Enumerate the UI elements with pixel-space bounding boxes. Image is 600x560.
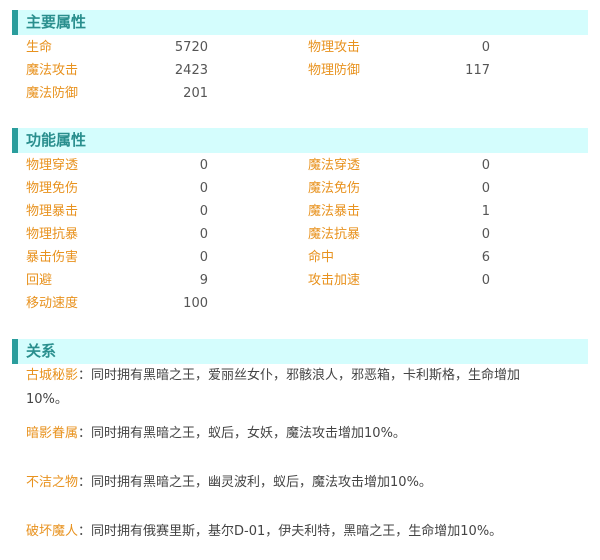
attr-row: 物理穿透 0 魔法穿透 0 [0, 154, 600, 177]
attr-value: 9 [199, 273, 208, 288]
attr-row: 魔法攻击 2423 物理防御 117 [0, 59, 600, 82]
function-attributes-title: 功能属性 [26, 131, 87, 149]
relation-name: 古城秘影 [26, 368, 79, 383]
main-attributes-header: 主要属性 [12, 10, 588, 35]
attr-label: 魔法攻击 [26, 63, 79, 78]
relation-separator: ： [78, 475, 92, 490]
relation-separator: ： [78, 426, 92, 441]
attr-label: 魔法穿透 [308, 158, 361, 173]
relation-separator: ： [78, 368, 92, 383]
attr-label: 魔法防御 [26, 86, 79, 101]
attr-value: 1 [481, 204, 490, 219]
attr-label: 魔法暴击 [308, 204, 361, 219]
function-attributes-header: 功能属性 [12, 128, 588, 153]
attr-label: 移动速度 [26, 296, 79, 311]
attr-row: 魔法防御 201 [0, 82, 600, 105]
relation-text: 同时拥有黑暗之王，爱丽丝女仆，邪骸浪人，邪恶箱，卡利斯格，生命增加 [91, 368, 521, 383]
relation-text: 同时拥有黑暗之王，蚁后，女妖，魔法攻击增加10%。 [91, 426, 406, 441]
attr-label: 攻击加速 [308, 273, 361, 288]
attr-label: 生命 [26, 40, 53, 55]
relation-text-continued: 10%。 [26, 392, 68, 407]
attr-label: 暴击伤害 [26, 250, 79, 265]
attr-value: 0 [481, 181, 490, 196]
attr-label: 物理抗暴 [26, 227, 79, 242]
attr-label: 物理穿透 [26, 158, 79, 173]
attr-row: 物理暴击 0 魔法暴击 1 [0, 200, 600, 223]
attr-value: 0 [199, 181, 208, 196]
attr-value: 100 [183, 296, 208, 311]
attr-label: 物理暴击 [26, 204, 79, 219]
attr-value: 0 [199, 204, 208, 219]
relation-item: 暗影眷属：同时拥有黑暗之王，蚁后，女妖，魔法攻击增加10%。 [26, 422, 592, 446]
relation-text: 同时拥有黑暗之王，幽灵波利，蚁后，魔法攻击增加10%。 [91, 475, 432, 490]
relation-name: 不洁之物 [26, 475, 79, 490]
attr-row: 回避 9 攻击加速 0 [0, 269, 600, 292]
relation-name: 暗影眷属 [26, 426, 79, 441]
relation-name: 破坏魔人 [26, 524, 79, 539]
attr-row: 移动速度 100 [0, 292, 600, 315]
attr-label: 物理免伤 [26, 181, 79, 196]
attr-value: 201 [183, 86, 208, 101]
attr-row: 暴击伤害 0 命中 6 [0, 246, 600, 269]
attr-value: 0 [199, 227, 208, 242]
relation-item: 破坏魔人：同时拥有俄赛里斯，基尔D-01，伊夫利特，黑暗之王，生命增加10%。 [26, 520, 592, 544]
attr-row: 生命 5720 物理攻击 0 [0, 36, 600, 59]
attr-label: 命中 [308, 250, 335, 265]
attr-value: 117 [465, 63, 490, 78]
relations-header: 关系 [12, 339, 588, 364]
attr-label: 魔法抗暴 [308, 227, 361, 242]
attr-value: 5720 [174, 40, 208, 55]
attr-value: 6 [481, 250, 490, 265]
attr-value: 0 [481, 40, 490, 55]
attr-value: 0 [481, 158, 490, 173]
attr-value: 0 [481, 227, 490, 242]
main-attributes-title: 主要属性 [26, 13, 87, 31]
attr-value: 0 [199, 250, 208, 265]
attr-value: 2423 [174, 63, 208, 78]
relation-item: 古城秘影：同时拥有黑暗之王，爱丽丝女仆，邪骸浪人，邪恶箱，卡利斯格，生命增加 1… [26, 364, 592, 412]
attr-row: 物理抗暴 0 魔法抗暴 0 [0, 223, 600, 246]
attr-label: 物理攻击 [308, 40, 361, 55]
relation-item: 不洁之物：同时拥有黑暗之王，幽灵波利，蚁后，魔法攻击增加10%。 [26, 471, 592, 495]
attr-label: 魔法免伤 [308, 181, 361, 196]
relations-title: 关系 [26, 342, 57, 360]
attr-row: 物理免伤 0 魔法免伤 0 [0, 177, 600, 200]
relation-text: 同时拥有俄赛里斯，基尔D-01，伊夫利特，黑暗之王，生命增加10%。 [91, 524, 503, 539]
attr-label: 回避 [26, 273, 53, 288]
attr-value: 0 [199, 158, 208, 173]
relation-separator: ： [78, 524, 92, 539]
attr-label: 物理防御 [308, 63, 361, 78]
attr-value: 0 [481, 273, 490, 288]
